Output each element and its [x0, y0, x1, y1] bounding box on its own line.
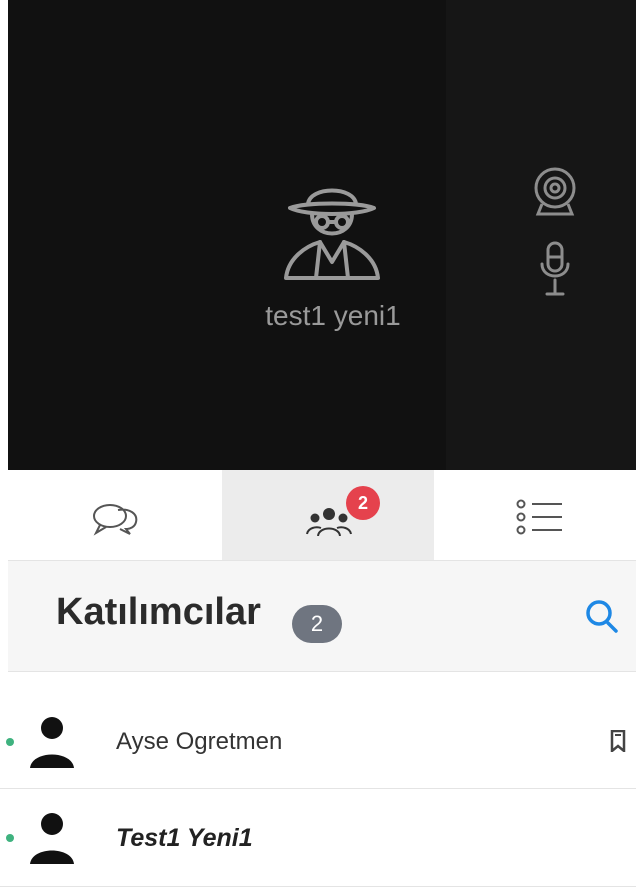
video-participant-name: test1 yeni1: [265, 300, 401, 331]
list-item[interactable]: Ayse Ogretmen: [0, 694, 636, 789]
spy-avatar-icon: [284, 188, 380, 280]
participant-count-badge: 2: [292, 605, 342, 643]
participants-count-badge: 2: [346, 486, 380, 520]
video-controls-panel: [446, 0, 636, 470]
user-icon: [30, 717, 74, 768]
participant-name: Ayse Ogretmen: [116, 728, 283, 755]
webcam-icon[interactable]: [528, 166, 582, 218]
participants-icon: [306, 508, 352, 536]
user-icon: [30, 813, 74, 864]
chat-bubbles-icon: [93, 504, 138, 536]
sidebar-tabs: 2: [8, 470, 636, 561]
video-panel: test1 yeni1: [8, 0, 636, 470]
status-dot-online: [6, 738, 14, 746]
status-dot-online: [6, 834, 14, 842]
tab-list[interactable]: [434, 470, 636, 560]
search-icon[interactable]: [583, 597, 623, 637]
tab-chat[interactable]: [8, 470, 222, 560]
page-title: Katılımcılar: [56, 591, 261, 633]
microphone-icon[interactable]: [538, 240, 572, 298]
participant-name: Test1 Yeni1: [116, 824, 253, 852]
bookmark-icon[interactable]: [610, 730, 626, 752]
list-item[interactable]: Test1 Yeni1: [0, 790, 636, 887]
participants-header: Katılımcılar 2: [8, 561, 636, 672]
list-icon: [516, 499, 562, 535]
tab-participants[interactable]: 2: [222, 470, 434, 560]
